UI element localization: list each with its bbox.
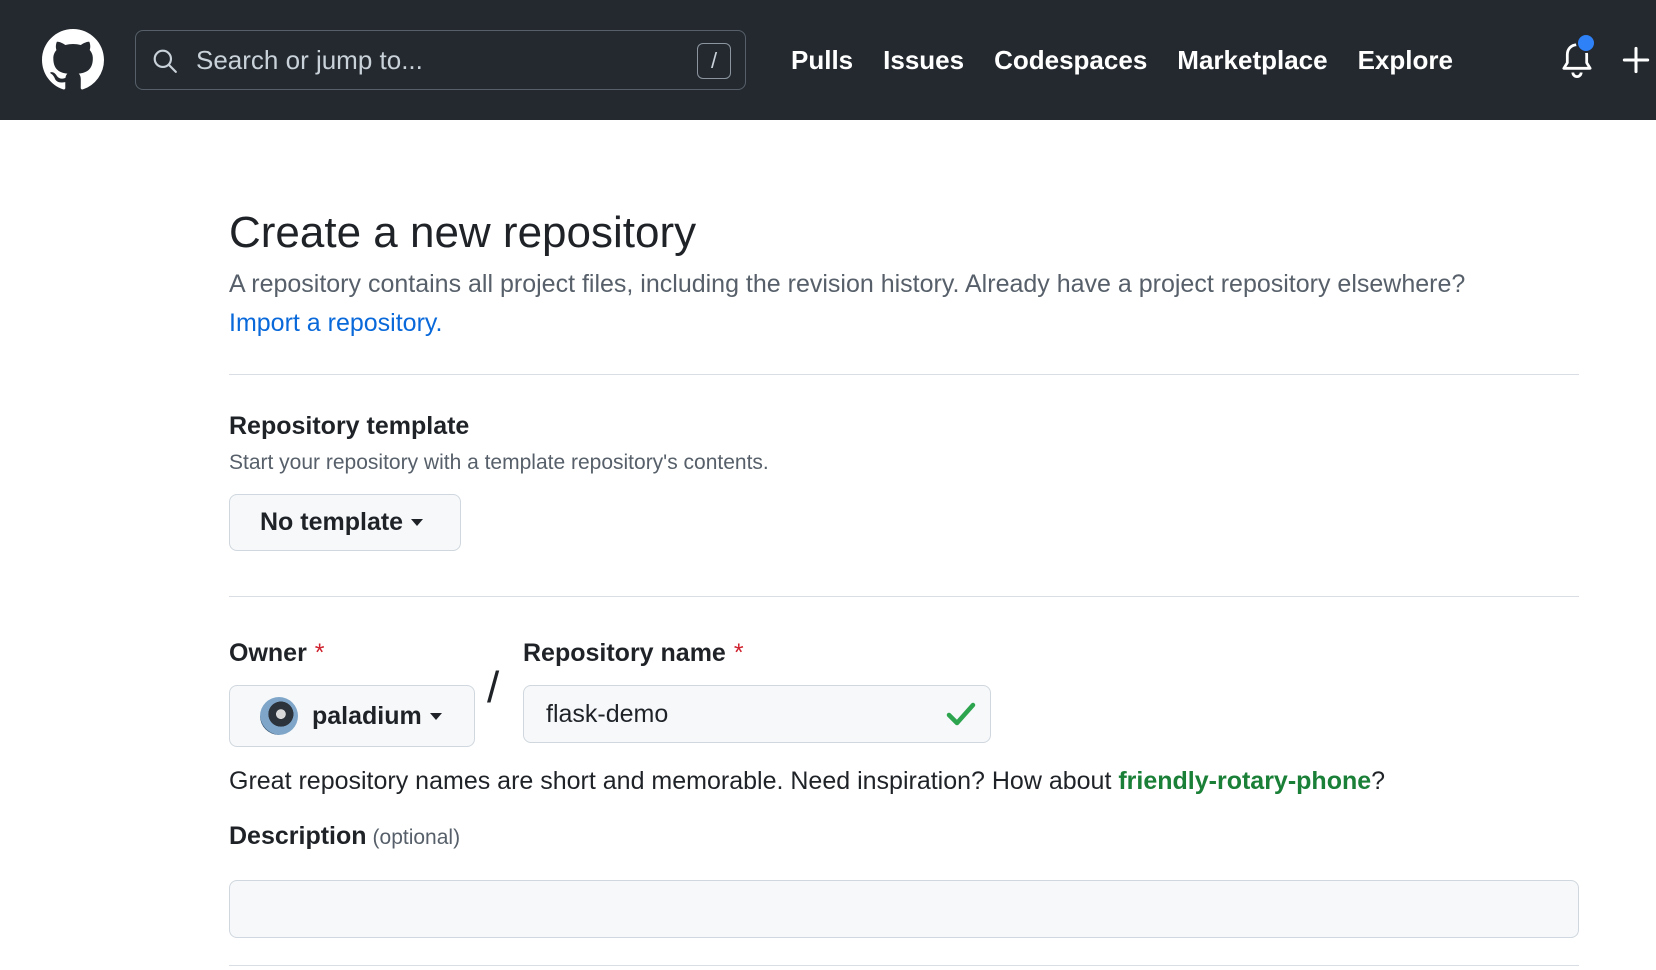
plus-icon[interactable]	[1622, 46, 1650, 74]
description-label-text: Description	[229, 822, 367, 850]
search-placeholder: Search or jump to...	[196, 45, 423, 75]
repo-name-label: Repository name *	[523, 639, 744, 668]
notification-dot-icon	[1576, 33, 1596, 53]
section-divider	[229, 965, 1579, 966]
import-repository-link[interactable]: Import a repository.	[229, 309, 443, 338]
required-asterisk: *	[314, 639, 325, 667]
nav-explore[interactable]: Explore	[1358, 45, 1453, 76]
section-divider	[229, 596, 1579, 597]
github-logo-icon[interactable]	[42, 29, 104, 91]
description-input[interactable]	[229, 880, 1579, 938]
description-label: Description (optional)	[229, 822, 460, 851]
checkmark-icon	[946, 702, 976, 726]
template-section-note: Start your repository with a template re…	[229, 451, 769, 474]
template-section-title: Repository template	[229, 412, 470, 440]
repo-name-label-text: Repository name	[523, 639, 726, 667]
owner-label-text: Owner	[229, 639, 307, 667]
nav-codespaces[interactable]: Codespaces	[994, 45, 1147, 76]
page-intro: A repository contains all project files,…	[229, 270, 1466, 298]
nav-issues[interactable]: Issues	[883, 45, 964, 76]
nav-pulls[interactable]: Pulls	[791, 45, 853, 76]
search-shortcut-key: /	[697, 43, 731, 79]
owner-dropdown-label: paladium	[312, 701, 422, 730]
required-asterisk: *	[733, 639, 744, 667]
repository-name-value: flask-demo	[546, 700, 669, 728]
template-dropdown-button[interactable]: No template	[229, 494, 461, 551]
search-input[interactable]: Search or jump to... /	[135, 30, 746, 90]
search-icon	[153, 49, 177, 73]
chevron-down-icon	[411, 519, 424, 526]
hint-text: Great repository names are short and mem…	[229, 767, 1119, 795]
section-divider	[229, 374, 1579, 375]
hint-suffix: ?	[1371, 767, 1386, 795]
name-suggestion-link[interactable]: friendly-rotary-phone	[1118, 767, 1371, 795]
template-dropdown-label: No template	[260, 508, 404, 536]
top-header: Search or jump to... / Pulls Issues Code…	[0, 0, 1656, 120]
chevron-down-icon	[429, 712, 442, 720]
repo-name-hint: Great repository names are short and mem…	[229, 767, 1385, 796]
repository-name-input[interactable]: flask-demo	[523, 685, 991, 743]
avatar	[260, 697, 298, 735]
owner-label: Owner *	[229, 639, 325, 668]
page-title: Create a new repository	[229, 208, 697, 257]
owner-dropdown-button[interactable]: paladium	[229, 685, 475, 747]
nav-marketplace[interactable]: Marketplace	[1177, 45, 1327, 76]
global-nav: Pulls Issues Codespaces Marketplace Expl…	[791, 0, 1453, 120]
owner-repo-separator: /	[487, 663, 500, 712]
optional-tag: (optional)	[372, 826, 461, 849]
